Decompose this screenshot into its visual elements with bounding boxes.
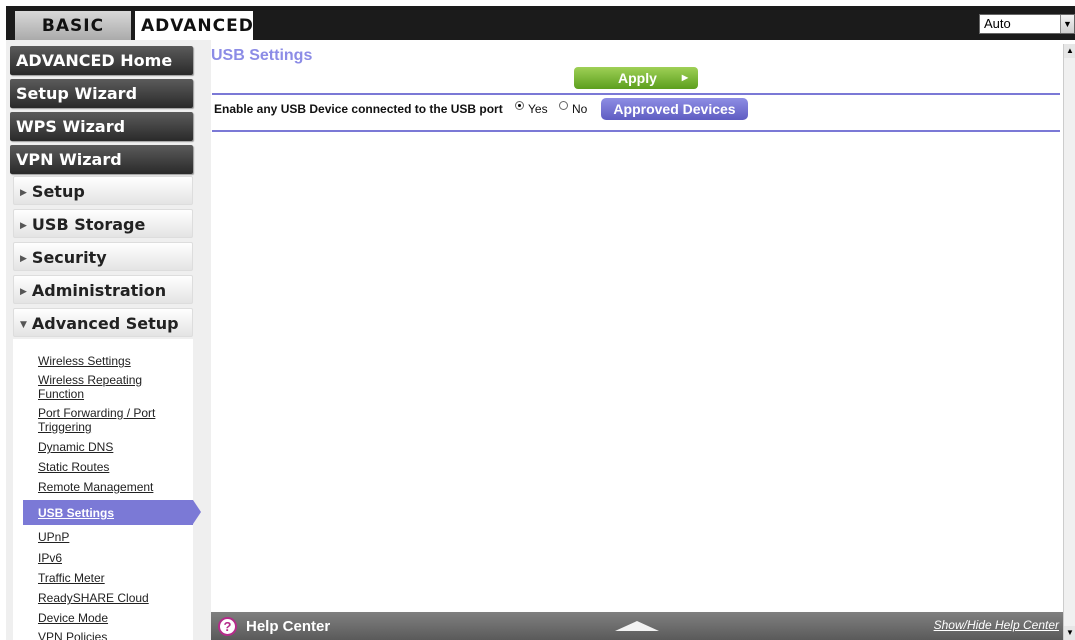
sidebar-section-label: Security (31, 248, 107, 267)
sidebar-link-ipv6[interactable]: IPv6 (38, 552, 62, 565)
sidebar-link-dynamic-dns[interactable]: Dynamic DNS (38, 441, 113, 454)
sidebar-link-wireless-repeating-cont[interactable]: Function (38, 388, 84, 401)
apply-button[interactable]: Apply ▶ (574, 67, 698, 89)
caret-right-icon: ▶ (20, 188, 27, 198)
scroll-down-icon[interactable]: ▼ (1064, 626, 1075, 640)
sidebar-link-traffic-meter[interactable]: Traffic Meter (38, 572, 105, 585)
caret-right-icon: ▶ (20, 221, 27, 231)
sidebar-link-port-forwarding[interactable]: Port Forwarding / Port (38, 407, 155, 420)
sidebar-section-advanced-setup[interactable]: ▼ Advanced Setup (13, 308, 193, 337)
sidebar-link-usb-settings-label: USB Settings (38, 506, 115, 520)
tab-basic[interactable]: BASIC (15, 11, 131, 41)
chevron-down-icon[interactable]: ▼ (1060, 15, 1074, 33)
sidebar-section-administration[interactable]: ▶ Administration (13, 275, 193, 304)
sidebar-item-vpn-wizard[interactable]: VPN Wizard (10, 145, 193, 174)
sidebar-section-label: Advanced Setup (31, 314, 179, 333)
enable-no-label: No (572, 102, 588, 116)
caret-down-icon: ▼ (20, 320, 27, 330)
triangle-up-icon[interactable] (615, 621, 659, 631)
enable-yes-label: Yes (528, 102, 548, 116)
sidebar-section-setup[interactable]: ▶ Setup (13, 176, 193, 205)
approved-devices-button[interactable]: Approved Devices (601, 98, 748, 120)
sidebar-link-remote-management[interactable]: Remote Management (38, 481, 153, 494)
main-scrollbar[interactable]: ▲ ▼ (1063, 44, 1075, 640)
show-hide-help-link[interactable]: Show/Hide Help Center (934, 618, 1059, 632)
sidebar-item-setup-wizard[interactable]: Setup Wizard (10, 79, 193, 108)
sidebar-item-wps-wizard[interactable]: WPS Wizard (10, 112, 193, 141)
scroll-up-icon[interactable]: ▲ (1064, 44, 1075, 58)
play-icon: ▶ (681, 73, 688, 82)
sidebar-section-label: USB Storage (31, 215, 146, 234)
sidebar-section-usb-storage[interactable]: ▶ USB Storage (13, 209, 193, 238)
caret-right-icon: ▶ (20, 287, 27, 297)
help-center-bar: ? Help Center Show/Hide Help Center (211, 612, 1063, 640)
sidebar-link-port-forwarding-cont[interactable]: Triggering (38, 421, 92, 434)
sidebar-link-device-mode[interactable]: Device Mode (38, 612, 108, 625)
sidebar-link-usb-settings[interactable]: USB Settings (23, 500, 201, 525)
sidebar-item-advanced-home[interactable]: ADVANCED Home (10, 46, 193, 75)
sidebar-link-upnp[interactable]: UPnP (38, 531, 69, 544)
sidebar-link-static-routes[interactable]: Static Routes (38, 461, 109, 474)
language-select[interactable]: Auto ▼ (979, 14, 1075, 34)
main-content: USB Settings Apply ▶ Enable any USB Devi… (211, 40, 1063, 612)
apply-button-label: Apply (618, 70, 657, 86)
enable-usb-label: Enable any USB Device connected to the U… (214, 102, 503, 116)
sidebar-link-wireless-repeating[interactable]: Wireless Repeating (38, 374, 142, 387)
sidebar-section-label: Setup (31, 182, 85, 201)
help-icon[interactable]: ? (218, 617, 237, 636)
language-selected-value: Auto (984, 16, 1011, 31)
enable-yes-radio[interactable] (515, 101, 524, 110)
sidebar-link-vpn-policies[interactable]: VPN Policies (38, 631, 107, 640)
sidebar-section-security[interactable]: ▶ Security (13, 242, 193, 271)
sidebar-link-readyshare-cloud[interactable]: ReadySHARE Cloud (38, 592, 149, 605)
divider-bottom (212, 130, 1060, 132)
top-bar: BASIC ADVANCED Auto ▼ (0, 0, 1075, 41)
page-title: USB Settings (211, 47, 313, 64)
caret-right-icon: ▶ (20, 254, 27, 264)
divider-top (212, 93, 1060, 95)
tab-advanced[interactable]: ADVANCED (135, 11, 253, 41)
sidebar-section-label: Administration (31, 281, 167, 300)
sidebar: ADVANCED Home Setup Wizard WPS Wizard VP… (0, 40, 211, 640)
enable-no-radio[interactable] (559, 101, 568, 110)
sidebar-link-wireless-settings[interactable]: Wireless Settings (38, 355, 131, 368)
help-center-title: Help Center (246, 618, 331, 635)
